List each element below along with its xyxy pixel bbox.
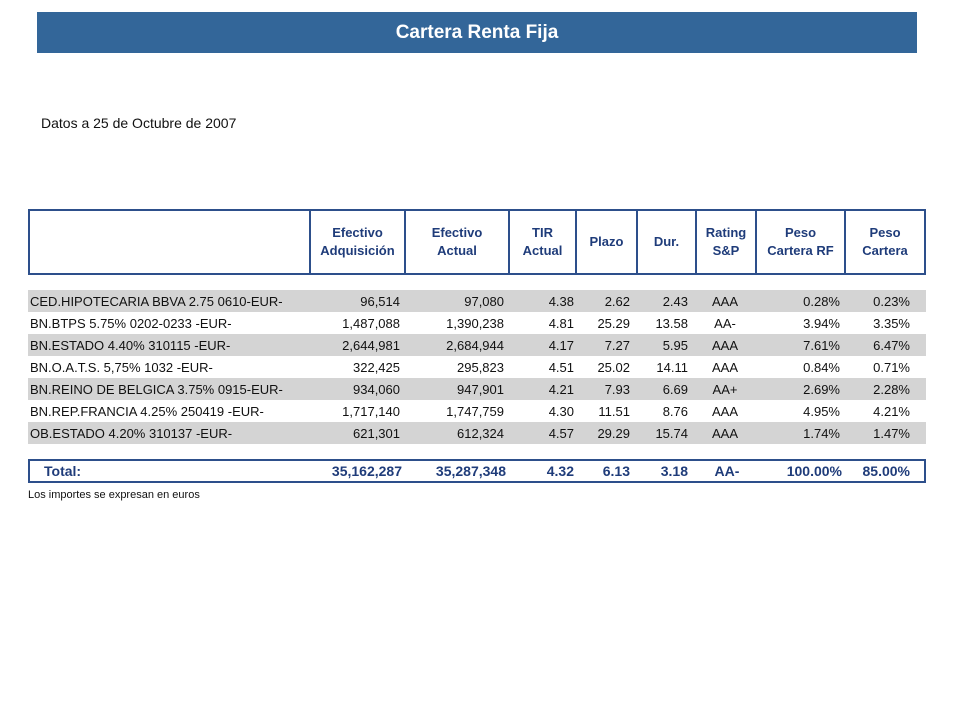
cell-dur: 8.76: [662, 404, 688, 419]
cell-peso: 0.71%: [873, 360, 910, 375]
cell-act: 947,901: [457, 382, 504, 397]
cell-peso_rf: 0.28%: [803, 294, 840, 309]
cell-name: BN.O.A.T.S. 5,75% 1032 -EUR-: [30, 360, 213, 375]
cell-adq: 621,301: [353, 426, 400, 441]
cell-tir: 4.17: [548, 338, 574, 353]
table-header: Efectivo Adquisición Efectivo Actual TIR…: [28, 209, 926, 275]
cell-tir: 4.57: [548, 426, 574, 441]
total-dur: 3.18: [660, 463, 688, 479]
cell-tir: 4.30: [548, 404, 574, 419]
total-adquisicion: 35,162,287: [331, 463, 402, 479]
cell-act: 612,324: [457, 426, 504, 441]
cell-rating: AA+: [712, 382, 738, 397]
cell-tir: 4.51: [548, 360, 574, 375]
total-tir: 4.32: [546, 463, 574, 479]
cell-peso_rf: 2.69%: [803, 382, 840, 397]
cell-peso: 3.35%: [873, 316, 910, 331]
cell-peso_rf: 3.94%: [803, 316, 840, 331]
header-plazo: Plazo: [575, 211, 636, 273]
cell-adq: 1,487,088: [342, 316, 400, 331]
table-row: BN.REINO DE BELGICA 3.75% 0915-EUR- 934,…: [28, 378, 926, 400]
cell-tir: 4.38: [548, 294, 574, 309]
cell-name: BN.REP.FRANCIA 4.25% 250419 -EUR-: [30, 404, 264, 419]
total-plazo: 6.13: [602, 463, 630, 479]
cell-dur: 14.11: [656, 360, 688, 375]
cell-peso: 6.47%: [873, 338, 910, 353]
total-peso-rf: 100.00%: [786, 463, 842, 479]
cell-dur: 13.58: [655, 316, 688, 331]
total-row: Total: 35,162,287 35,287,348 4.32 6.13 3…: [28, 459, 926, 483]
cell-plazo: 25.02: [597, 360, 630, 375]
cell-dur: 15.74: [655, 426, 688, 441]
cell-peso: 2.28%: [873, 382, 910, 397]
cell-rating: AAA: [711, 404, 738, 419]
table-row: BN.REP.FRANCIA 4.25% 250419 -EUR- 1,717,…: [28, 400, 926, 422]
cell-plazo: 25.29: [597, 316, 630, 331]
cell-plazo: 29.29: [597, 426, 630, 441]
cell-act: 1,390,238: [446, 316, 504, 331]
cell-peso: 1.47%: [873, 426, 910, 441]
total-label: Total:: [44, 463, 82, 479]
cell-tir: 4.81: [548, 316, 574, 331]
cell-plazo: 2.62: [604, 294, 630, 309]
cell-rating: AAA: [711, 338, 738, 353]
table-row: BN.ESTADO 4.40% 310115 -EUR- 2,644,981 2…: [28, 334, 926, 356]
cell-rating: AAA: [711, 294, 738, 309]
cell-rating: AAA: [711, 360, 738, 375]
table-body: CED.HIPOTECARIA BBVA 2.75 0610-EUR- 96,5…: [28, 290, 926, 444]
cell-adq: 934,060: [353, 382, 400, 397]
total-peso: 85.00%: [862, 463, 910, 479]
header-tir-actual: TIR Actual: [508, 211, 575, 273]
cell-peso: 0.23%: [873, 294, 910, 309]
cell-act: 1,747,759: [446, 404, 504, 419]
page-title-bar: Cartera Renta Fija: [37, 12, 917, 53]
cell-rating: AAA: [711, 426, 738, 441]
cell-rating: AA-: [714, 316, 736, 331]
cell-name: OB.ESTADO 4.20% 310137 -EUR-: [30, 426, 233, 441]
cell-name: CED.HIPOTECARIA BBVA 2.75 0610-EUR-: [30, 294, 283, 309]
table-row: OB.ESTADO 4.20% 310137 -EUR- 621,301 612…: [28, 422, 926, 444]
date-line: Datos a 25 de Octubre de 2007: [41, 115, 237, 131]
header-rating: Rating S&P: [695, 211, 755, 273]
cell-plazo: 7.27: [604, 338, 630, 353]
cell-plazo: 11.51: [598, 404, 630, 419]
total-actual: 35,287,348: [435, 463, 506, 479]
cell-peso_rf: 7.61%: [803, 338, 840, 353]
total-rating: AA-: [714, 463, 740, 479]
cell-act: 295,823: [457, 360, 504, 375]
table-row: BN.BTPS 5.75% 0202-0233 -EUR- 1,487,088 …: [28, 312, 926, 334]
cell-name: BN.REINO DE BELGICA 3.75% 0915-EUR-: [30, 382, 283, 397]
table-row: CED.HIPOTECARIA BBVA 2.75 0610-EUR- 96,5…: [28, 290, 926, 312]
cell-adq: 96,514: [360, 294, 400, 309]
cell-plazo: 7.93: [604, 382, 630, 397]
cell-adq: 1,717,140: [342, 404, 400, 419]
header-efectivo-adquisicion: Efectivo Adquisición: [309, 211, 404, 273]
cell-peso_rf: 1.74%: [803, 426, 840, 441]
header-efectivo-actual: Efectivo Actual: [404, 211, 508, 273]
cell-dur: 5.95: [662, 338, 688, 353]
header-peso-cartera: Peso Cartera: [844, 211, 924, 273]
footnote: Los importes se expresan en euros: [28, 489, 200, 501]
cell-peso: 4.21%: [873, 404, 910, 419]
cell-act: 2,684,944: [446, 338, 504, 353]
cell-adq: 322,425: [353, 360, 400, 375]
cell-dur: 6.69: [662, 382, 688, 397]
header-dur: Dur.: [636, 211, 695, 273]
cell-name: BN.ESTADO 4.40% 310115 -EUR-: [30, 338, 231, 353]
page-title: Cartera Renta Fija: [395, 21, 559, 43]
table-row: BN.O.A.T.S. 5,75% 1032 -EUR- 322,425 295…: [28, 356, 926, 378]
cell-adq: 2,644,981: [342, 338, 400, 353]
cell-act: 97,080: [464, 294, 504, 309]
cell-dur: 2.43: [662, 294, 688, 309]
cell-tir: 4.21: [548, 382, 574, 397]
cell-peso_rf: 4.95%: [803, 404, 840, 419]
cell-name: BN.BTPS 5.75% 0202-0233 -EUR-: [30, 316, 232, 331]
header-peso-cartera-rf: Peso Cartera RF: [755, 211, 844, 273]
cell-peso_rf: 0.84%: [803, 360, 840, 375]
